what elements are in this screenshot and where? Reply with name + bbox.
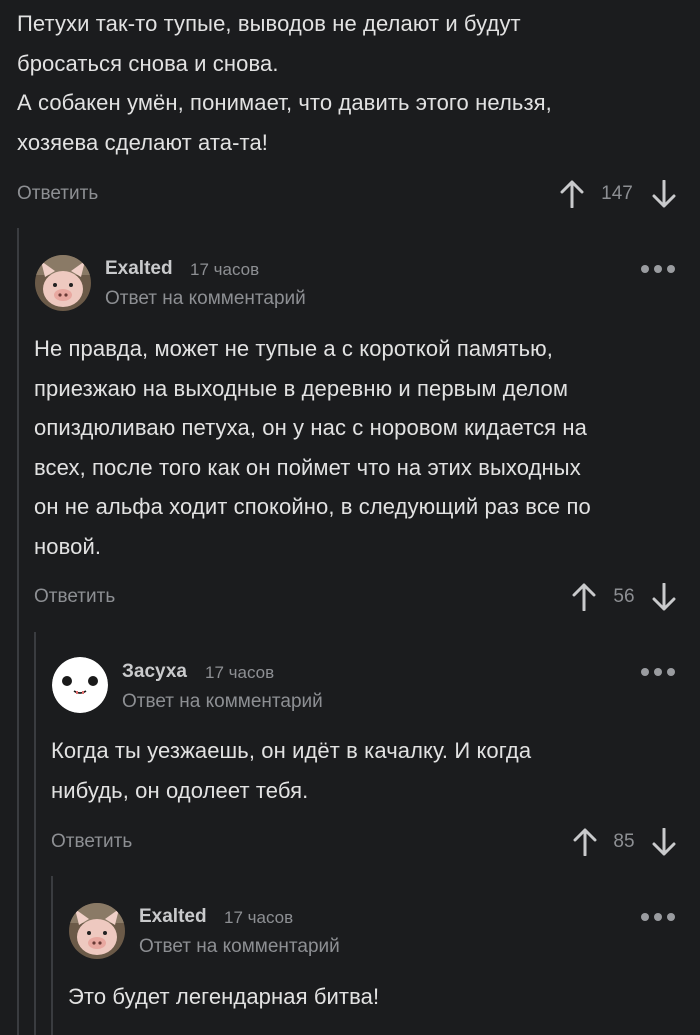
avatar[interactable] <box>69 903 125 959</box>
more-dots-icon[interactable] <box>640 667 676 677</box>
comment-line: всех, после того как он поймет что на эт… <box>34 454 581 480</box>
face-avatar-icon <box>52 657 108 713</box>
comment-line: нибудь, он одолеет тебя. <box>51 777 309 803</box>
rating-count: 85 <box>613 831 635 852</box>
thread-line-level-2 <box>34 632 36 1035</box>
comment-line: А собакен умён, понимает, что давить это… <box>17 90 552 115</box>
timestamp: 17 часов <box>205 663 275 682</box>
more-dots-icon[interactable] <box>640 264 676 274</box>
reply-to-link[interactable]: Ответ на комментарий <box>105 288 306 310</box>
timestamp: 17 часов <box>224 908 294 927</box>
reply-button[interactable]: Ответить <box>34 586 115 608</box>
arrow-down-icon[interactable] <box>652 828 676 856</box>
comment-line: Петухи так-то тупые, выводов не делают и… <box>17 11 521 36</box>
username[interactable]: Засуха <box>122 661 187 683</box>
arrow-down-icon[interactable] <box>652 583 676 611</box>
comment-line: Когда ты уезжаешь, он идёт в качалку. И … <box>51 738 532 763</box>
comment-line: хозяева сделают ата-та! <box>17 129 269 155</box>
arrow-down-icon[interactable] <box>652 180 676 208</box>
comment-text: Это будет легендарная битва! <box>68 977 379 1017</box>
comment-text: Петухи так-то тупые, выводов не делают и… <box>17 4 552 162</box>
pig-avatar-icon <box>35 255 91 311</box>
pig-avatar-icon <box>69 903 125 959</box>
username[interactable]: Exalted <box>105 258 173 280</box>
timestamp: 17 часов <box>190 260 260 279</box>
comment-line: он не альфа ходит спокойно, в следующий … <box>34 494 591 519</box>
comment-line: Не правда, может не тупые а с короткой п… <box>34 336 553 361</box>
comment-line: новой. <box>34 533 102 559</box>
comment-text: Когда ты уезжаешь, он идёт в качалку. И … <box>51 731 531 810</box>
thread-line-level-3 <box>51 876 53 1035</box>
comment-line: бросаться снова и снова. <box>17 50 279 76</box>
arrow-up-icon[interactable] <box>560 180 584 208</box>
thread-line-level-1 <box>17 228 19 1035</box>
rating-count: 147 <box>601 183 633 204</box>
reply-button[interactable]: Ответить <box>51 831 132 853</box>
comment-line: Это будет легендарная битва! <box>68 984 380 1009</box>
arrow-up-icon[interactable] <box>572 583 596 611</box>
username[interactable]: Exalted <box>139 906 207 928</box>
more-dots-icon[interactable] <box>640 912 676 922</box>
avatar[interactable] <box>35 255 91 311</box>
reply-to-link[interactable]: Ответ на комментарий <box>122 691 323 713</box>
arrow-up-icon[interactable] <box>573 828 597 856</box>
reply-button[interactable]: Ответить <box>17 183 98 205</box>
comment-line: опиздюливаю петуха, он у нас с норовом к… <box>34 415 587 440</box>
reply-to-link[interactable]: Ответ на комментарий <box>139 936 340 958</box>
comment-line: приезжаю на выходные в деревню и первым … <box>34 375 569 401</box>
comment-text: Не правда, может не тупые а с короткой п… <box>34 329 591 566</box>
avatar[interactable] <box>52 657 108 713</box>
rating-count: 56 <box>613 586 635 607</box>
